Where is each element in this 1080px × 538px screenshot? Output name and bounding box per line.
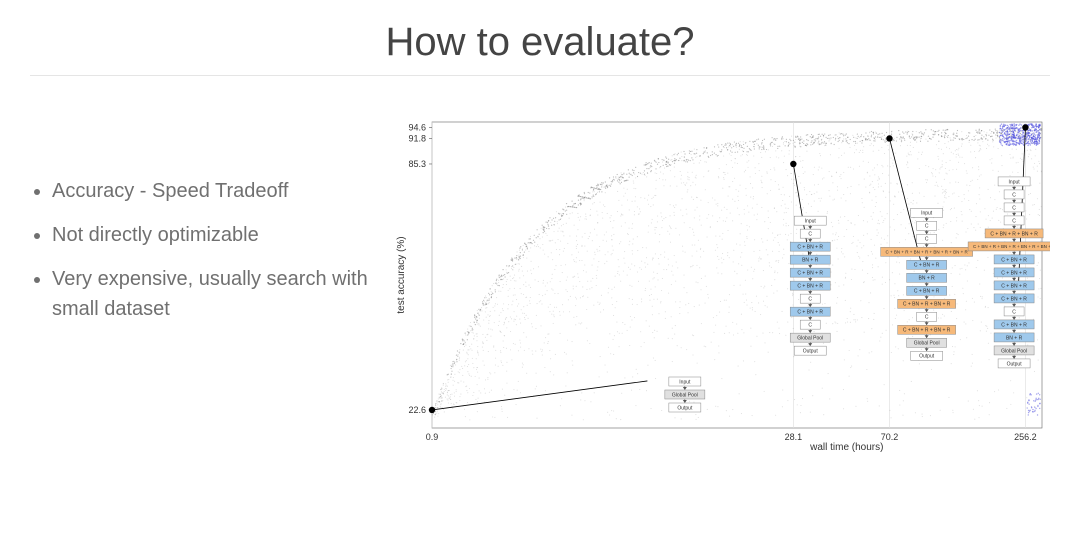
svg-text:C + BN + R: C + BN + R (1001, 283, 1027, 289)
svg-text:C + BN + R + BN + R: C + BN + R + BN + R (903, 328, 951, 334)
svg-text:C: C (925, 315, 929, 321)
svg-text:Global Pool: Global Pool (1001, 348, 1027, 354)
svg-text:Global Pool: Global Pool (797, 335, 823, 341)
slide-title: How to evaluate? (30, 20, 1050, 65)
chart-svg: 0.9 28.1 70.2 256.2 22.6 85.3 91.894.6 test acc… (390, 116, 1050, 456)
svg-text:C: C (808, 296, 812, 302)
svg-text:BN + R: BN + R (802, 257, 819, 263)
bullet-list: Accuracy - Speed Tradeoff Not directly o… (30, 176, 390, 324)
svg-text:C + BN + R: C + BN + R (1001, 322, 1027, 328)
svg-text:test accuracy (%): test accuracy (%) (396, 236, 407, 313)
svg-text:C + BN + R + BN + R: C + BN + R + BN + R (903, 302, 951, 308)
svg-text:Global Pool: Global Pool (672, 392, 698, 398)
svg-text:C + BN + R: C + BN + R (1001, 270, 1027, 276)
chart-panel: 0.9 28.1 70.2 256.2 22.6 85.3 91.894.6 test acc… (390, 116, 1050, 456)
svg-text:Output: Output (919, 354, 935, 360)
svg-text:C + BN + R + BN + R + BN + R +: C + BN + R + BN + R + BN + R + BN + R (885, 249, 968, 254)
slide: How to evaluate? Accuracy - Speed Tradeo… (0, 0, 1080, 538)
bullet-item: Not directly optimizable (52, 220, 390, 250)
svg-text:C + BN + R: C + BN + R (1001, 257, 1027, 263)
svg-text:BN + R: BN + R (1006, 335, 1023, 341)
svg-text:C: C (1012, 218, 1016, 224)
svg-text:BN + R: BN + R (919, 276, 936, 282)
svg-text:Output: Output (803, 348, 819, 354)
svg-text:C + BN + R: C + BN + R (1001, 296, 1027, 302)
svg-text:C + BN + R: C + BN + R (797, 270, 823, 276)
svg-text:C + BN + R: C + BN + R (914, 263, 940, 269)
bullet-item: Very expensive, usually search with smal… (52, 264, 390, 324)
divider (30, 75, 1050, 76)
slide-body: Accuracy - Speed Tradeoff Not directly o… (30, 116, 1050, 456)
svg-text:wall time (hours): wall time (hours) (809, 442, 883, 453)
svg-text:91.8: 91.8 (408, 133, 426, 143)
svg-text:C: C (808, 231, 812, 237)
svg-text:Global Pool: Global Pool (914, 341, 940, 347)
svg-text:Input: Input (805, 218, 817, 224)
svg-text:70.2: 70.2 (881, 432, 899, 442)
svg-text:Output: Output (1007, 361, 1023, 367)
bullet-item: Accuracy - Speed Tradeoff (52, 176, 390, 206)
svg-text:Input: Input (679, 379, 691, 385)
svg-text:256.2: 256.2 (1014, 432, 1037, 442)
svg-text:22.6: 22.6 (408, 405, 426, 415)
svg-text:C: C (1012, 309, 1016, 315)
svg-text:C: C (925, 237, 929, 243)
svg-text:94.6: 94.6 (408, 122, 426, 132)
svg-text:C + BN + R: C + BN + R (797, 309, 823, 315)
svg-text:85.3: 85.3 (408, 159, 426, 169)
svg-text:C + BN + R: C + BN + R (797, 244, 823, 250)
svg-text:C + BN + R: C + BN + R (797, 283, 823, 289)
svg-text:C + BN + R + BN + R + BN + R +: C + BN + R + BN + R + BN + R + BN + R (973, 244, 1050, 249)
svg-text:28.1: 28.1 (785, 432, 803, 442)
bullet-column: Accuracy - Speed Tradeoff Not directly o… (30, 116, 390, 338)
svg-text:C: C (925, 224, 929, 230)
svg-text:C: C (808, 322, 812, 328)
svg-text:C: C (1012, 205, 1016, 211)
svg-text:Output: Output (677, 405, 693, 411)
svg-text:0.9: 0.9 (426, 432, 439, 442)
svg-text:Input: Input (921, 211, 933, 217)
svg-text:Input: Input (1009, 179, 1021, 185)
svg-text:C + BN + R + BN + R: C + BN + R + BN + R (990, 231, 1038, 237)
chart: 0.9 28.1 70.2 256.2 22.6 85.3 91.894.6 test acc… (390, 116, 1050, 456)
svg-text:C + BN + R: C + BN + R (914, 289, 940, 295)
svg-text:C: C (1012, 192, 1016, 198)
